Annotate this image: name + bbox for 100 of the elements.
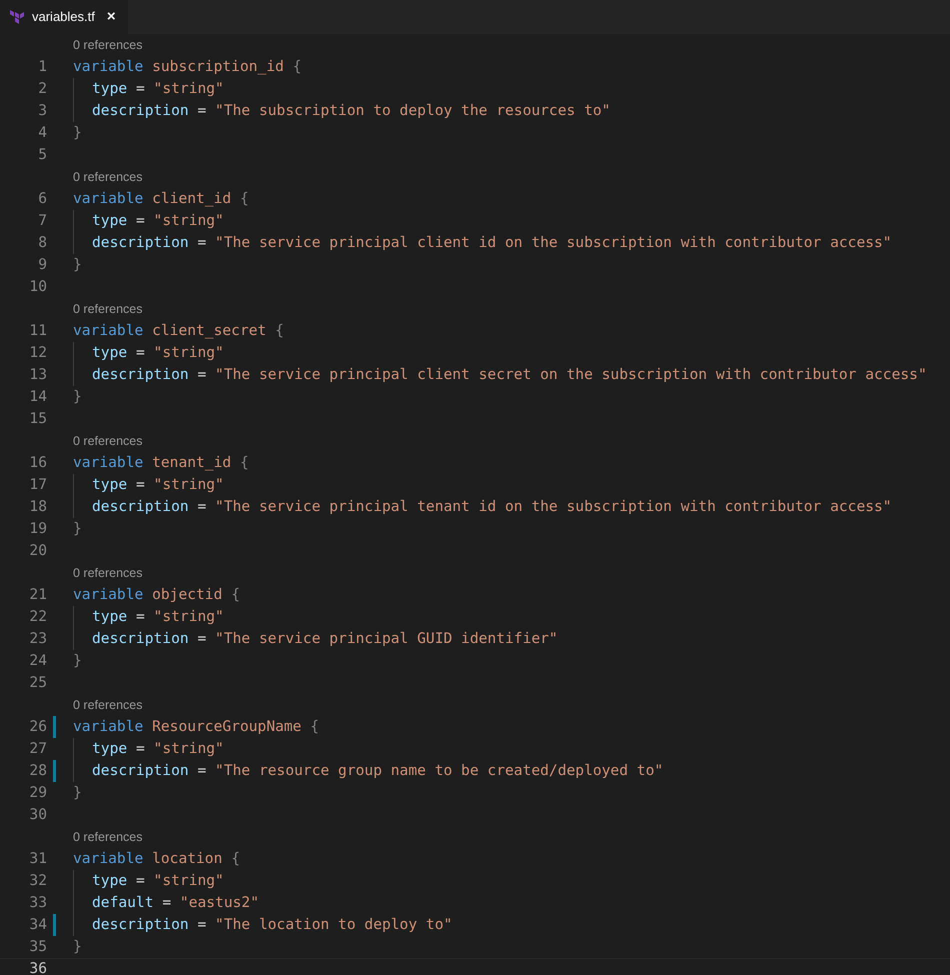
keyword: variable: [73, 57, 144, 78]
line-number: 36: [28, 959, 47, 975]
brace: {: [275, 321, 284, 342]
line-number: 18: [28, 497, 47, 518]
string-value: "string": [154, 343, 224, 364]
line-number: 19: [28, 519, 47, 540]
operator: =: [197, 233, 206, 254]
operator: =: [136, 739, 145, 760]
line-number: 23: [28, 629, 47, 650]
attribute-key: description: [92, 100, 189, 122]
codelens-references[interactable]: 0 references: [73, 168, 142, 186]
brace: {: [292, 57, 302, 78]
line-number: 27: [28, 739, 47, 760]
line-number: 4: [37, 123, 47, 144]
line-number: 16: [28, 453, 47, 474]
brace: }: [73, 937, 82, 958]
line-number: 30: [28, 805, 47, 826]
line-number: 13: [28, 365, 47, 386]
line-number: 12: [28, 343, 47, 364]
codelens-references[interactable]: 0 references: [73, 564, 142, 582]
string-value: "The subscription to deploy the resources to": [215, 101, 610, 122]
line-number: 25: [28, 673, 47, 694]
string-value: "The resource group name to be created/deployed to": [215, 761, 664, 782]
line-number: 3: [37, 101, 47, 122]
close-button[interactable]: ×: [106, 6, 116, 28]
operator: =: [197, 101, 206, 122]
line-number: 1: [37, 57, 47, 78]
keyword: variable: [73, 717, 144, 738]
line-number: 24: [28, 651, 47, 672]
line-number: 35: [28, 937, 47, 958]
string-value: "string": [154, 475, 224, 496]
keyword: variable: [73, 849, 144, 870]
line-number: 32: [28, 871, 47, 892]
line-number: 33: [28, 893, 47, 914]
variable-name: client_secret: [152, 321, 266, 342]
brace: }: [73, 123, 82, 144]
line-number: 28: [28, 761, 47, 782]
string-value: "string": [154, 871, 224, 892]
codelens-references[interactable]: 0 references: [73, 696, 142, 714]
variable-name: ResourceGroupName: [152, 717, 302, 738]
attribute-key: description: [92, 496, 189, 518]
keyword: variable: [73, 189, 144, 210]
codelens-references[interactable]: 0 references: [73, 300, 142, 318]
string-value: "The service principal client id on the subscription with contributor access": [215, 233, 892, 254]
line-number: 31: [28, 849, 47, 870]
brace: }: [73, 255, 82, 276]
operator: =: [136, 475, 145, 496]
line-number: 11: [28, 321, 47, 342]
attribute-key: description: [92, 914, 189, 936]
variable-name: objectid: [152, 585, 222, 606]
operator: =: [136, 607, 145, 628]
codelens-references[interactable]: 0 references: [73, 828, 142, 846]
brace: {: [240, 453, 249, 474]
brace: {: [231, 585, 240, 606]
line-number: 21: [28, 585, 47, 606]
brace: {: [310, 717, 320, 738]
brace: }: [73, 519, 82, 540]
keyword: variable: [73, 321, 144, 342]
line-number: 6: [37, 189, 47, 210]
line-number: 2: [37, 79, 47, 100]
attribute-key: type: [92, 78, 128, 100]
string-value: "string": [154, 211, 224, 232]
logo-icon: [10, 10, 24, 24]
attribute-key: type: [92, 870, 128, 892]
brace: {: [240, 189, 249, 210]
attribute-key: type: [92, 474, 128, 496]
keyword: variable: [73, 585, 144, 606]
string-value: "string": [154, 79, 224, 100]
operator: =: [136, 343, 145, 364]
operator: =: [136, 211, 145, 232]
variable-name: tenant_id: [152, 453, 232, 474]
line-number: 9: [37, 255, 47, 276]
operator: =: [162, 893, 172, 914]
attribute-key: type: [92, 738, 128, 760]
line-number: 17: [28, 475, 47, 496]
string-value: "The service principal client secret on the subscription with contributor access": [215, 365, 927, 386]
string-value: "The location to deploy to": [215, 915, 452, 936]
editor-tab[interactable]: variables.tf ×: [0, 0, 128, 34]
codelens-references[interactable]: 0 references: [73, 36, 142, 54]
tab-title: variables.tf: [32, 8, 95, 26]
attribute-key: description: [92, 760, 189, 782]
attribute-key: default: [92, 892, 154, 914]
variable-name: subscription_id: [152, 57, 284, 78]
line-number: 26: [28, 717, 47, 738]
line-number: 14: [28, 387, 47, 408]
attribute-key: description: [92, 232, 189, 254]
string-value: "The service principal tenant id on the subscription with contributor access": [215, 497, 892, 518]
brace: }: [73, 783, 82, 804]
attribute-key: description: [92, 628, 189, 650]
string-value: "string": [154, 739, 224, 760]
line-number: 5: [37, 145, 47, 166]
string-value: "eastus2": [180, 893, 259, 914]
line-number: 7: [37, 211, 47, 232]
operator: =: [197, 365, 206, 386]
line-number: 29: [28, 783, 47, 804]
codelens-references[interactable]: 0 references: [73, 432, 142, 450]
line-number: 15: [28, 409, 47, 430]
variable-name: client_id: [152, 189, 232, 210]
brace: {: [231, 849, 240, 870]
attribute-key: type: [92, 210, 128, 232]
